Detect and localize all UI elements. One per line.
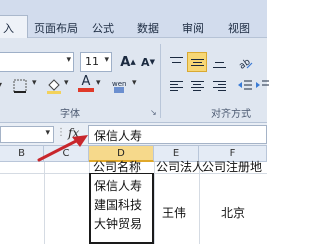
svg-text:wen: wen (112, 80, 126, 88)
orientation-button[interactable]: ab (235, 52, 255, 72)
font-name-combo[interactable]: ▾ (0, 52, 74, 72)
decrease-indent-icon (238, 80, 252, 90)
align-bottom-icon (212, 57, 226, 68)
align-left-button[interactable] (166, 76, 186, 96)
paint-bucket-icon (47, 79, 61, 94)
ribbon: 入 页面布局 公式 数据 审阅 视图 ▾ 11 ▾ A ▲ A ▼ ▾ ▾ A … (0, 0, 269, 122)
align-top-button[interactable] (166, 52, 186, 72)
cell-e-legal-person[interactable]: 王伟 (162, 204, 186, 221)
align-center-icon (190, 80, 204, 92)
chevron-down-icon[interactable]: ▾ (96, 78, 101, 88)
phonetic-guide-icon: wen (112, 80, 126, 93)
font-color-swatch (78, 88, 94, 92)
alignment-group-label: 对齐方式 (211, 109, 251, 120)
chevron-down-icon[interactable]: ▾ (32, 78, 37, 88)
align-right-icon (212, 80, 226, 92)
alignment-group: ab 对齐方式 (163, 40, 269, 120)
align-middle-button[interactable] (187, 52, 207, 72)
group-separator (160, 44, 161, 118)
cell-line: 建国科技 (94, 198, 143, 212)
decrease-indent-button[interactable] (235, 76, 255, 96)
increase-indent-button[interactable] (255, 76, 269, 96)
align-bottom-button[interactable] (209, 52, 229, 72)
borders-button[interactable] (10, 76, 30, 96)
borders-icon (13, 79, 27, 93)
decrease-font-size-button[interactable]: A ▼ (138, 52, 158, 72)
chevron-down-icon[interactable]: ▾ (64, 78, 69, 88)
tab-formulas[interactable]: 公式 (92, 20, 114, 36)
font-dialog-launcher-icon[interactable]: ↘ (150, 108, 157, 117)
fill-color-button[interactable] (44, 76, 64, 96)
align-right-button[interactable] (209, 76, 229, 96)
font-group: ▾ 11 ▾ A▲ A▼ ▾ ▾ ▾ A ▾ (0, 40, 160, 120)
font-size-combo[interactable]: 11 ▾ (80, 52, 112, 72)
cell-line: 大钟贸易 (94, 217, 143, 231)
chevron-down-icon: ▾ (66, 55, 71, 65)
chevron-down-icon[interactable]: ▾ (132, 78, 137, 88)
increase-font-size-button[interactable]: A ▲ (118, 52, 138, 72)
align-middle-icon (190, 57, 204, 68)
tab-page-layout[interactable]: 页面布局 (34, 20, 78, 36)
chevron-down-icon[interactable]: ▾ (0, 78, 2, 92)
font-size-value: 11 (85, 55, 99, 68)
ribbon-tab-bar: 入 页面布局 公式 数据 审阅 视图 (0, 0, 267, 38)
cell-e-header[interactable]: 公司法人 (156, 158, 204, 175)
increase-indent-icon (256, 80, 269, 88)
highlight-color-swatch (47, 91, 61, 94)
align-center-button[interactable] (187, 76, 207, 96)
phonetic-guide-button[interactable]: wen (108, 76, 130, 96)
annotation-arrow-icon (37, 135, 88, 162)
tab-view[interactable]: 视图 (228, 20, 250, 36)
cell-f-header[interactable]: 公司注册地 (202, 158, 262, 175)
align-top-icon (169, 56, 183, 68)
cell-f-location[interactable]: 北京 (221, 204, 245, 221)
align-left-icon (169, 80, 183, 92)
font-color-button[interactable]: A (76, 74, 96, 94)
tab-review[interactable]: 审阅 (182, 20, 204, 36)
font-color-letter: A (81, 74, 91, 89)
font-group-label: 字体 (60, 109, 80, 120)
cell-d-company-names[interactable]: 保信人寿 建国科技 大钟贸易 (94, 177, 142, 234)
tab-insert[interactable]: 入 (0, 15, 28, 38)
cell-line: 保信人寿 (94, 179, 143, 193)
tab-data[interactable]: 数据 (137, 20, 159, 36)
svg-text:ab: ab (238, 57, 253, 70)
chevron-down-icon: ▾ (104, 55, 109, 65)
formula-input[interactable]: 保信人寿 (88, 125, 267, 144)
text-orientation-icon: ab (238, 57, 253, 70)
formula-content: 保信人寿 (94, 129, 143, 143)
